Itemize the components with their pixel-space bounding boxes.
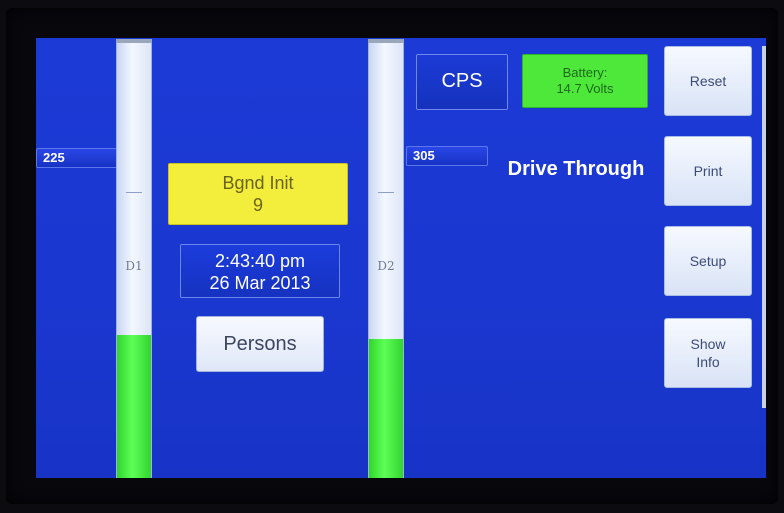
display-screen: 225 D1 Bgnd Init 9 2:43:40 pm 26 Mar 201… — [36, 38, 766, 478]
d2-readout: 305 — [406, 146, 488, 166]
show-info-button[interactable]: Show Info — [664, 318, 752, 388]
mode-label: Drive Through — [507, 158, 645, 180]
reset-button[interactable]: Reset — [664, 46, 752, 116]
cps-button[interactable]: CPS — [416, 54, 508, 110]
persons-button[interactable]: Persons — [196, 316, 324, 372]
d1-meter-cap — [116, 39, 152, 43]
d1-meter-label: D1 — [125, 259, 143, 273]
setup-button[interactable]: Setup — [664, 226, 752, 296]
clock-panel: 2:43:40 pm 26 Mar 2013 — [180, 244, 340, 298]
d2-meter-tick — [378, 192, 394, 193]
screen-edge-highlight — [762, 46, 766, 408]
battery-label: Battery: — [562, 65, 608, 80]
reset-button-label: Reset — [689, 73, 727, 89]
background-status-panel: Bgnd Init 9 — [168, 163, 348, 225]
d2-meter: D2 — [368, 39, 404, 478]
battery-voltage: 14.7 Volts — [556, 81, 614, 96]
d1-meter-tick — [126, 192, 142, 193]
d2-meter-fill — [369, 339, 403, 478]
d1-readout: 225 — [36, 148, 118, 168]
d2-meter-label: D2 — [377, 259, 395, 273]
battery-status: Battery: 14.7 Volts — [522, 54, 648, 108]
background-status-text: Bgnd Init — [222, 173, 294, 193]
show-info-button-label: Show Info — [690, 336, 726, 370]
clock-date: 26 Mar 2013 — [209, 273, 311, 293]
d1-meter-fill — [117, 335, 151, 478]
print-button[interactable]: Print — [664, 136, 752, 206]
d1-meter: D1 — [116, 39, 152, 478]
setup-button-label: Setup — [689, 253, 727, 269]
print-button-label: Print — [693, 163, 723, 179]
background-status-count: 9 — [252, 195, 263, 215]
d2-meter-cap — [368, 39, 404, 43]
clock-time: 2:43:40 pm — [214, 251, 306, 271]
